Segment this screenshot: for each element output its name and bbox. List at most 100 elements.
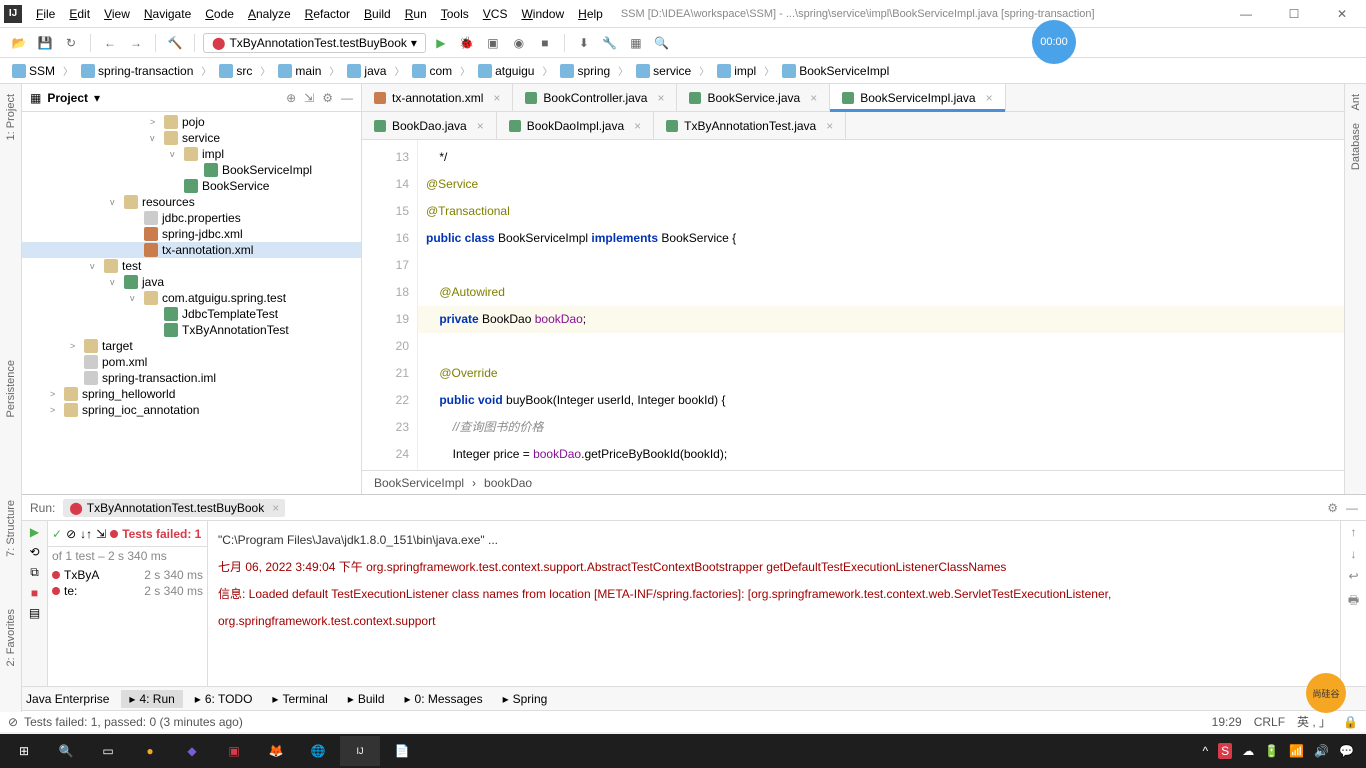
debug-icon[interactable]: 🐞 xyxy=(456,32,478,54)
print-icon[interactable]: 🖶 xyxy=(1348,591,1359,612)
build-icon[interactable]: 🔨 xyxy=(164,32,186,54)
tree-item[interactable]: >target xyxy=(22,338,361,354)
ant-tool-tab[interactable]: Ant xyxy=(1348,88,1364,117)
minimize-button[interactable]: — xyxy=(1226,2,1266,26)
run-icon[interactable]: ▶ xyxy=(430,32,452,54)
rerun-failed-icon[interactable]: ⟲ xyxy=(29,545,39,559)
app-3[interactable]: ▣ xyxy=(214,736,254,766)
editor-tab[interactable]: BookServiceImpl.java× xyxy=(830,84,1005,111)
tray-notif-icon[interactable]: 💬 xyxy=(1339,744,1354,758)
tray-cloud-icon[interactable]: ☁ xyxy=(1242,744,1254,758)
fail-filter-icon[interactable]: ⊘ xyxy=(66,527,76,541)
tree-item[interactable]: >spring_ioc_annotation xyxy=(22,402,361,418)
project-tree[interactable]: >pojovservicevimplBookServiceImplBookSer… xyxy=(22,112,361,494)
stop-run-icon[interactable]: ■ xyxy=(31,586,38,600)
tree-item[interactable]: BookServiceImpl xyxy=(22,162,361,178)
chrome-icon[interactable]: 🌐 xyxy=(298,736,338,766)
bottom-tab[interactable]: ▸6: TODO xyxy=(187,690,261,708)
toggle-icon[interactable]: ⧉ xyxy=(30,565,39,580)
rerun-icon[interactable]: ▶ xyxy=(30,525,39,539)
bottom-tab[interactable]: ▸Terminal xyxy=(264,690,335,708)
layout-icon[interactable]: ▤ xyxy=(29,606,40,620)
pass-filter-icon[interactable]: ✓ xyxy=(52,527,62,541)
breadcrumb-member[interactable]: bookDao xyxy=(484,476,532,490)
tree-item[interactable]: vresources xyxy=(22,194,361,210)
crumb-8[interactable]: service xyxy=(632,63,695,79)
profile-icon[interactable]: ◉ xyxy=(508,32,530,54)
menu-view[interactable]: View xyxy=(98,5,136,23)
locate-icon[interactable]: ⊕ xyxy=(286,91,296,105)
forward-icon[interactable]: → xyxy=(125,32,147,54)
structure-tool-tab[interactable]: 7: Structure xyxy=(3,494,19,563)
editor-tab[interactable]: BookDao.java× xyxy=(362,112,497,139)
app-4[interactable]: 📄 xyxy=(382,736,422,766)
code-editor[interactable]: */@Service@Transactionalpublic class Boo… xyxy=(418,140,1344,470)
tray-battery-icon[interactable]: 🔋 xyxy=(1264,744,1279,758)
run-config-selector[interactable]: ⬤ TxByAnnotationTest.testBuyBook ▾ xyxy=(203,33,426,53)
run-tab[interactable]: ⬤ TxByAnnotationTest.testBuyBook × xyxy=(63,499,285,517)
editor-tab[interactable]: TxByAnnotationTest.java× xyxy=(654,112,846,139)
maximize-button[interactable]: ☐ xyxy=(1274,2,1314,26)
bottom-tab[interactable]: ▸Spring xyxy=(495,690,556,708)
open-icon[interactable]: 📂 xyxy=(8,32,30,54)
stop-icon[interactable]: ■ xyxy=(534,32,556,54)
console-output[interactable]: "C:\Program Files\Java\jdk1.8.0_151\bin\… xyxy=(208,521,1340,686)
structure-icon[interactable]: ▦ xyxy=(625,32,647,54)
tree-item[interactable]: spring-transaction.iml xyxy=(22,370,361,386)
tree-item[interactable]: BookService xyxy=(22,178,361,194)
menu-code[interactable]: Code xyxy=(199,5,240,23)
favorites-tool-tab[interactable]: 2: Favorites xyxy=(3,603,19,672)
tree-item[interactable]: vimpl xyxy=(22,146,361,162)
sort-icon[interactable]: ↓↑ xyxy=(80,527,92,541)
tray-up-icon[interactable]: ^ xyxy=(1203,744,1209,758)
crumb-10[interactable]: BookServiceImpl xyxy=(778,63,893,79)
menu-analyze[interactable]: Analyze xyxy=(242,5,297,23)
collapse-icon[interactable]: ⇲ xyxy=(304,91,314,105)
scroll-up-icon[interactable]: ↑ xyxy=(1351,525,1357,539)
tray-s-icon[interactable]: S xyxy=(1218,743,1232,759)
crumb-1[interactable]: spring-transaction xyxy=(77,63,197,79)
search-button[interactable]: 🔍 xyxy=(46,736,86,766)
back-icon[interactable]: ← xyxy=(99,32,121,54)
vcs-icon[interactable]: ⬇ xyxy=(573,32,595,54)
bottom-tab[interactable]: ▸4: Run xyxy=(121,690,182,708)
menu-navigate[interactable]: Navigate xyxy=(138,5,197,23)
tree-item[interactable]: spring-jdbc.xml xyxy=(22,226,361,242)
firefox-icon[interactable]: 🦊 xyxy=(256,736,296,766)
tree-item[interactable]: vcom.atguigu.spring.test xyxy=(22,290,361,306)
test-item[interactable]: te:2 s 340 ms xyxy=(50,583,205,599)
tray-volume-icon[interactable]: 🔊 xyxy=(1314,744,1329,758)
tree-item[interactable]: pom.xml xyxy=(22,354,361,370)
menu-build[interactable]: Build xyxy=(358,5,397,23)
tree-item[interactable]: jdbc.properties xyxy=(22,210,361,226)
menu-help[interactable]: Help xyxy=(572,5,609,23)
close-button[interactable]: ✕ xyxy=(1322,2,1362,26)
search-icon[interactable]: 🔍 xyxy=(651,32,673,54)
editor-tab[interactable]: BookDaoImpl.java× xyxy=(497,112,654,139)
run-hide-icon[interactable]: — xyxy=(1346,501,1358,515)
editor-tab[interactable]: BookService.java× xyxy=(677,84,830,111)
run-settings-icon[interactable]: ⚙ xyxy=(1327,501,1338,515)
app-2[interactable]: ◆ xyxy=(172,736,212,766)
crumb-5[interactable]: com xyxy=(408,63,456,79)
crumb-3[interactable]: main xyxy=(274,63,325,79)
breadcrumb-class[interactable]: BookServiceImpl xyxy=(374,476,464,490)
menu-refactor[interactable]: Refactor xyxy=(299,5,356,23)
intellij-icon[interactable]: IJ xyxy=(340,736,380,766)
test-item[interactable]: TxByA2 s 340 ms xyxy=(50,567,205,583)
hide-icon[interactable]: — xyxy=(341,91,353,105)
bottom-tab[interactable]: ▸0: Messages xyxy=(397,690,491,708)
crumb-2[interactable]: src xyxy=(215,63,256,79)
menu-vcs[interactable]: VCS xyxy=(477,5,514,23)
persistence-tool-tab[interactable]: Persistence xyxy=(3,354,19,423)
tree-item[interactable]: TxByAnnotationTest xyxy=(22,322,361,338)
editor-tab[interactable]: BookController.java× xyxy=(513,84,677,111)
tree-item[interactable]: JdbcTemplateTest xyxy=(22,306,361,322)
crumb-0[interactable]: SSM xyxy=(8,63,59,79)
expand-icon[interactable]: ⇲ xyxy=(96,527,106,541)
refresh-icon[interactable]: ↻ xyxy=(60,32,82,54)
crumb-9[interactable]: impl xyxy=(713,63,760,79)
crumb-6[interactable]: atguigu xyxy=(474,63,538,79)
menu-window[interactable]: Window xyxy=(515,5,570,23)
settings-icon[interactable]: ⚙ xyxy=(322,91,333,105)
